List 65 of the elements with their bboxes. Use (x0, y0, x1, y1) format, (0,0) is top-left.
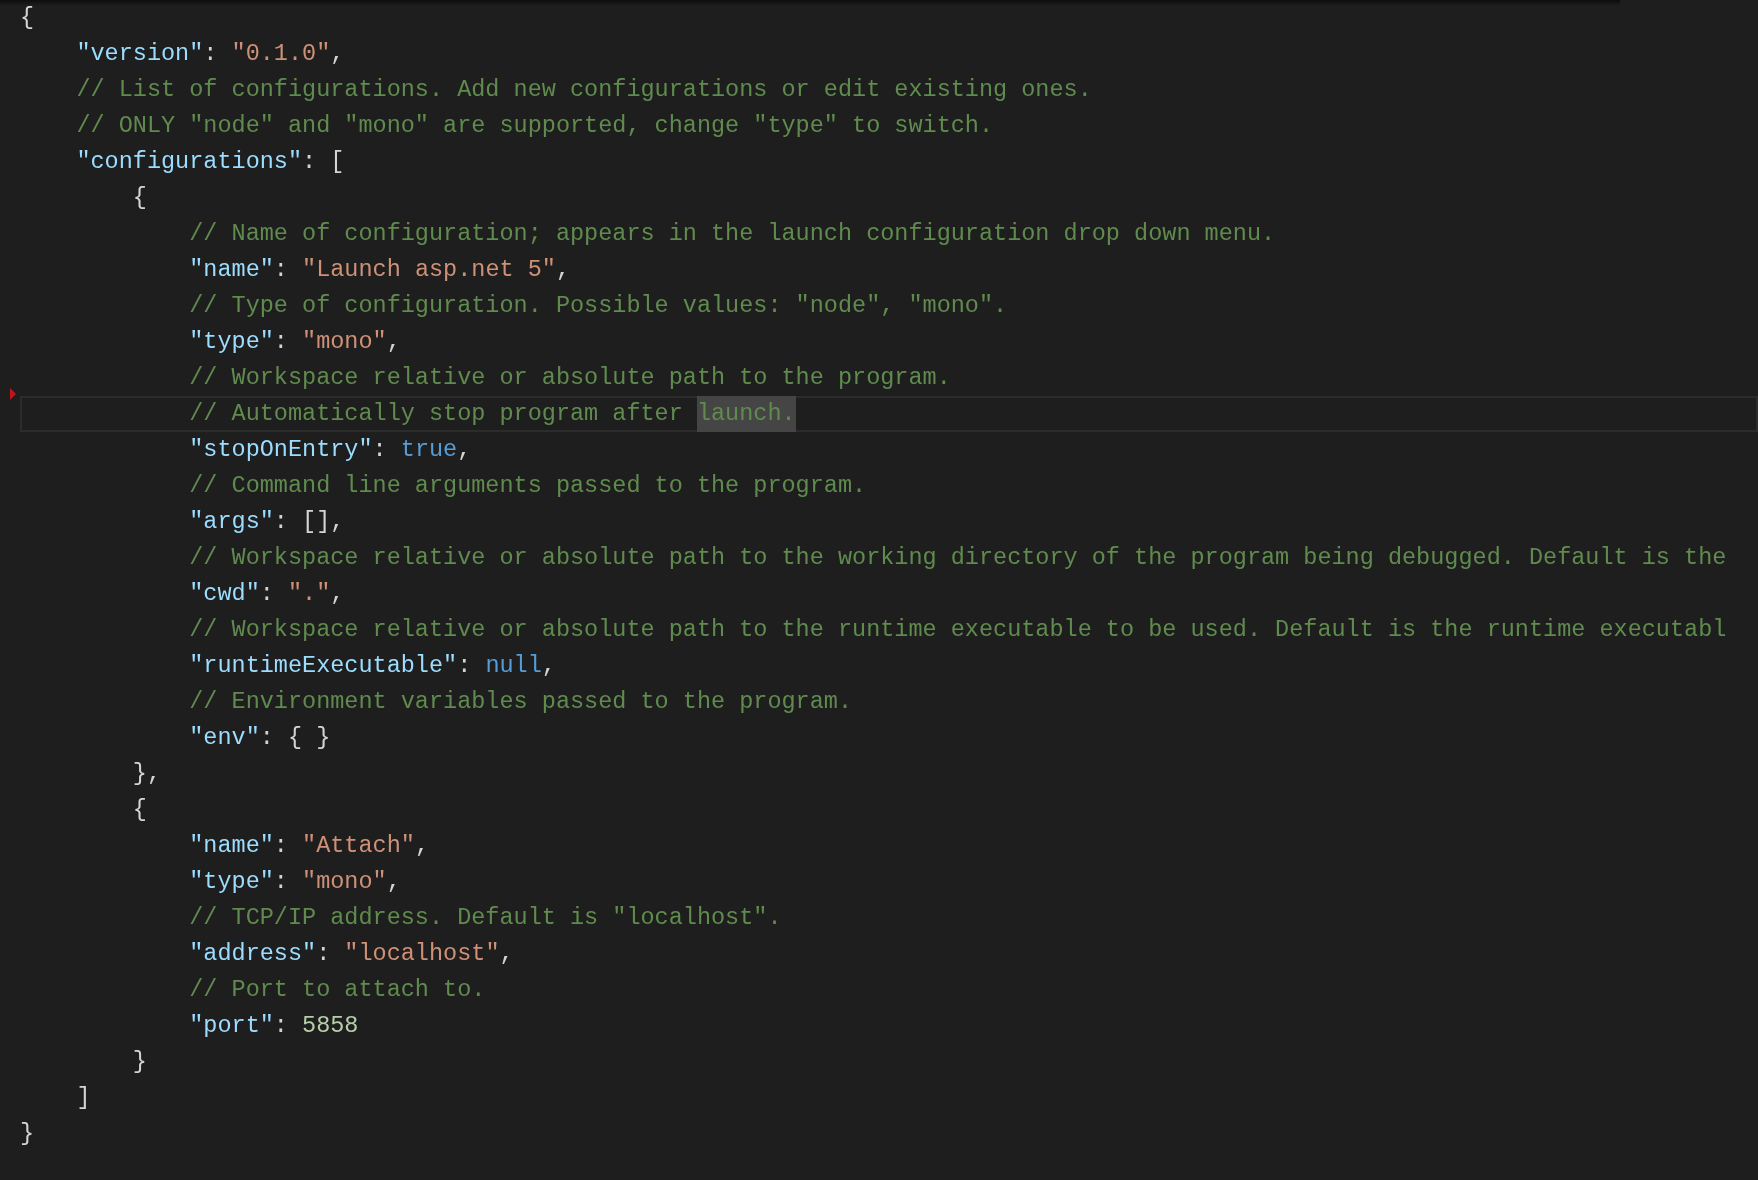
punctuation: { (132, 795, 147, 825)
punctuation: , (386, 867, 401, 897)
punctuation: : { } (259, 723, 331, 753)
code-comment: // TCP/IP address. Default is "localhost". (189, 903, 782, 933)
code-comment: // Name of configuration; appears in the launch configuration drop down menu. (189, 219, 1276, 249)
punctuation: : (273, 327, 289, 357)
punctuation: } (20, 1119, 35, 1149)
punctuation: , (330, 39, 345, 69)
punctuation: : (316, 939, 332, 969)
property-key: "port" (189, 1008, 274, 1044)
punctuation: : (259, 579, 275, 609)
punctuation: : [ (302, 147, 345, 177)
property-key: "name" (189, 828, 274, 864)
number-value: 5858 (302, 1011, 359, 1041)
property-key: "type" (189, 864, 274, 900)
punctuation: , (555, 255, 570, 285)
punctuation: : (372, 435, 388, 465)
punctuation: : [], (273, 507, 345, 537)
code-comment: launch. (696, 396, 796, 432)
punctuation: : (273, 255, 289, 285)
punctuation: , (499, 939, 514, 969)
code-comment: // Workspace relative or absolute path to the runtime executable to be used. Default is the runtime executabl (189, 615, 1727, 645)
keyword: null (485, 651, 542, 681)
punctuation: } (132, 1047, 147, 1077)
punctuation: : (273, 831, 289, 861)
punctuation: { (20, 3, 35, 33)
property-key: "cwd" (189, 576, 260, 612)
punctuation: { (132, 183, 147, 213)
string-value: "Launch asp.net 5" (302, 255, 556, 285)
punctuation: , (457, 435, 472, 465)
punctuation: : (203, 39, 219, 69)
code-comment: // Workspace relative or absolute path to the program. (189, 363, 951, 393)
property-key: "args" (189, 504, 274, 540)
punctuation: , (386, 327, 401, 357)
code-comment: // Command line arguments passed to the program. (189, 471, 867, 501)
property-key: "address" (189, 936, 317, 972)
code-comment: // List of configurations. Add new configurations or edit existing ones. (76, 75, 1092, 105)
punctuation: , (330, 579, 345, 609)
punctuation: ] (76, 1083, 91, 1113)
property-key: "version" (76, 36, 204, 72)
code-comment: // Port to attach to. (189, 975, 486, 1005)
keyword: true (400, 435, 458, 465)
code-comment: // Automatically stop program after (189, 399, 683, 429)
code-comment: // Type of configuration. Possible values: "node", "mono". (189, 291, 1008, 321)
property-key: "runtimeExecutable" (189, 648, 458, 684)
punctuation: , (541, 651, 556, 681)
code-comment: // Environment variables passed to the program. (189, 687, 853, 717)
property-key: "configurations" (76, 144, 303, 180)
punctuation: , (414, 831, 429, 861)
property-key: "stopOnEntry" (189, 432, 373, 468)
punctuation: : (273, 1011, 289, 1041)
code-comment: // Workspace relative or absolute path to the working directory of the program being debugged. Default is the (189, 543, 1727, 573)
string-value: "mono" (302, 327, 387, 357)
property-key: "name" (189, 252, 274, 288)
punctuation: : (457, 651, 473, 681)
string-value: "mono" (302, 867, 387, 897)
string-value: "localhost" (344, 939, 500, 969)
punctuation: }, (132, 759, 162, 789)
string-value: "." (287, 579, 331, 609)
string-value: "0.1.0" (231, 39, 331, 69)
punctuation: : (273, 867, 289, 897)
property-key: "type" (189, 324, 274, 360)
property-key: "env" (189, 720, 260, 756)
string-value: "Attach" (302, 831, 415, 861)
code-comment: // ONLY "node" and "mono" are supported, change "type" to switch. (76, 111, 994, 141)
